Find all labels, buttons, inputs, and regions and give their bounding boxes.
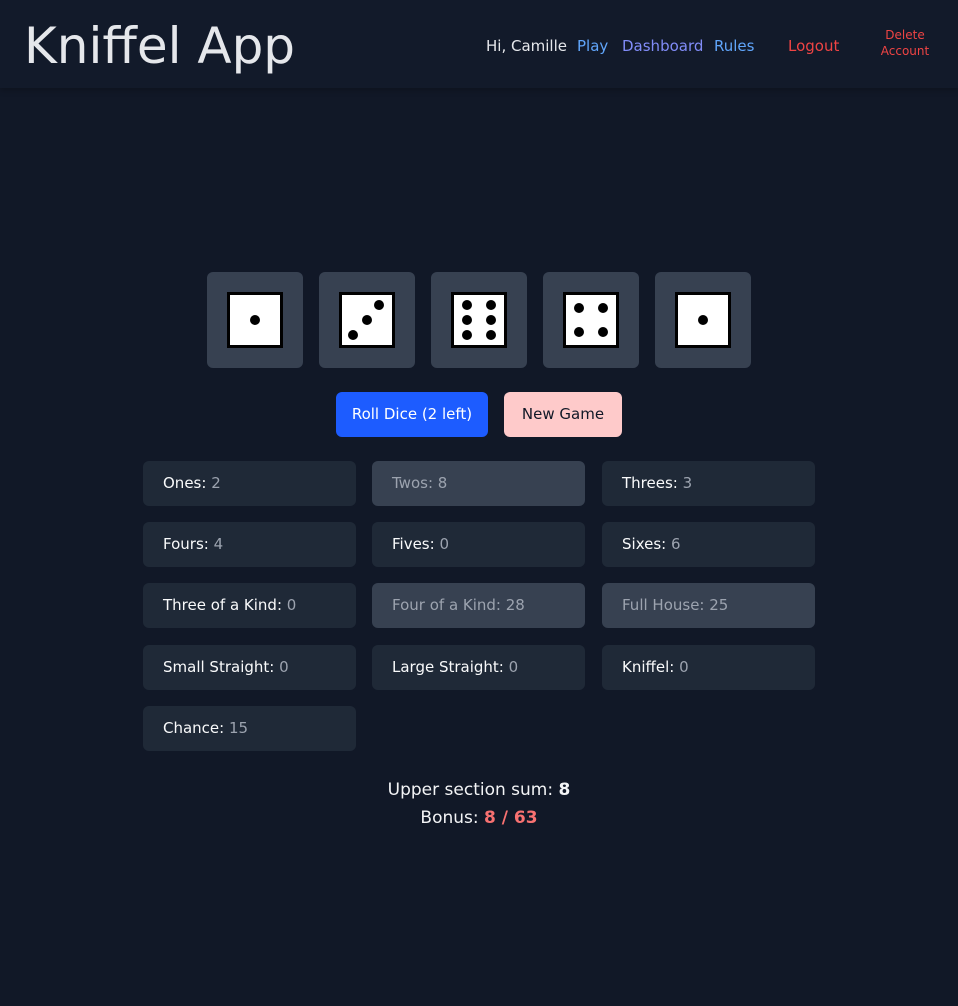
score-category-label: Four of a Kind: [392,596,501,614]
score-category-label: Sixes: [622,535,667,553]
score-cell[interactable]: Fives: 0 [372,522,585,567]
score-value: 2 [211,474,221,492]
score-category-label: Fives: [392,535,435,553]
die-2[interactable] [319,272,415,368]
die-pip [486,300,496,310]
score-value: 0 [508,658,519,676]
die-1[interactable] [207,272,303,368]
top-navbar: Kniffel App Hi, Camille Play Dashboard R… [0,0,958,88]
die-pip [486,315,496,325]
die-face-icon [675,292,731,348]
score-value: 0 [439,535,450,553]
roll-dice-button[interactable]: Roll Dice (2 left) [336,392,488,437]
dice-tray [207,272,751,368]
bonus-value: 8 / 63 [484,808,538,828]
die-4[interactable] [543,272,639,368]
score-cell[interactable]: Kniffel: 0 [602,645,815,690]
score-category-label: Ones: [163,474,207,492]
score-cell[interactable]: Four of a Kind: 28 [372,583,585,628]
die-pip [486,330,496,340]
bonus-label: Bonus: [420,808,479,828]
score-value: 25 [709,596,729,614]
nav-play-link[interactable]: Play [577,36,608,56]
die-pip [574,303,584,313]
score-value: 8 [437,474,448,492]
score-value: 6 [670,535,681,553]
score-value: 0 [286,596,297,614]
bonus-progress: Bonus: 8 / 63 [0,806,958,830]
die-face-icon [451,292,507,348]
score-cell[interactable]: Large Straight: 0 [372,645,585,690]
die-pip [598,327,608,337]
die-3[interactable] [431,272,527,368]
user-greeting: Hi, Camille [486,37,567,55]
score-category-label: Large Straight: [392,658,504,676]
nav-dashboard-link[interactable]: Dashboard [622,36,703,56]
score-category-label: Fours: [163,535,209,553]
score-cell[interactable]: Threes: 3 [602,461,815,506]
score-category-label: Small Straight: [163,658,275,676]
die-face-icon [339,292,395,348]
app-title: Kniffel App [24,17,296,75]
score-value: 15 [229,719,249,737]
score-value: 28 [505,596,525,614]
logout-button[interactable]: Logout [788,36,839,56]
score-category-label: Three of a Kind: [163,596,283,614]
die-face-icon [227,292,283,348]
delete-account-label-line1: Delete [885,28,925,42]
die-pip [574,327,584,337]
die-5[interactable] [655,272,751,368]
upper-section-sum: Upper section sum: 8 [0,778,958,802]
score-category-label: Chance: [163,719,225,737]
die-pip [250,315,260,325]
score-cell[interactable]: Chance: 15 [143,706,356,751]
score-cell[interactable]: Small Straight: 0 [143,645,356,690]
delete-account-button[interactable]: Delete Account [872,27,938,59]
die-pip [462,300,472,310]
score-cell[interactable]: Fours: 4 [143,522,356,567]
upper-sum-value: 8 [558,780,571,800]
die-pip [698,315,708,325]
score-value: 4 [213,535,224,553]
new-game-button[interactable]: New Game [504,392,622,437]
score-value: 3 [682,474,693,492]
delete-account-label-line2: Account [880,44,930,58]
score-cell[interactable]: Twos: 8 [372,461,585,506]
score-cell[interactable]: Full House: 25 [602,583,815,628]
die-face-icon [563,292,619,348]
nav-rules-link[interactable]: Rules [714,36,754,56]
die-pip [598,303,608,313]
score-category-label: Kniffel: [622,658,675,676]
die-pip [348,330,358,340]
score-category-label: Threes: [622,474,678,492]
score-value: 0 [679,658,689,676]
upper-sum-label: Upper section sum: [387,780,554,800]
die-pip [362,315,372,325]
die-pip [462,330,472,340]
die-pip [374,300,384,310]
score-cell[interactable]: Sixes: 6 [602,522,815,567]
score-cell[interactable]: Ones: 2 [143,461,356,506]
die-pip [462,315,472,325]
score-value: 0 [279,658,289,676]
score-cell[interactable]: Three of a Kind: 0 [143,583,356,628]
score-category-label: Full House: [622,596,705,614]
score-category-label: Twos: [392,474,433,492]
